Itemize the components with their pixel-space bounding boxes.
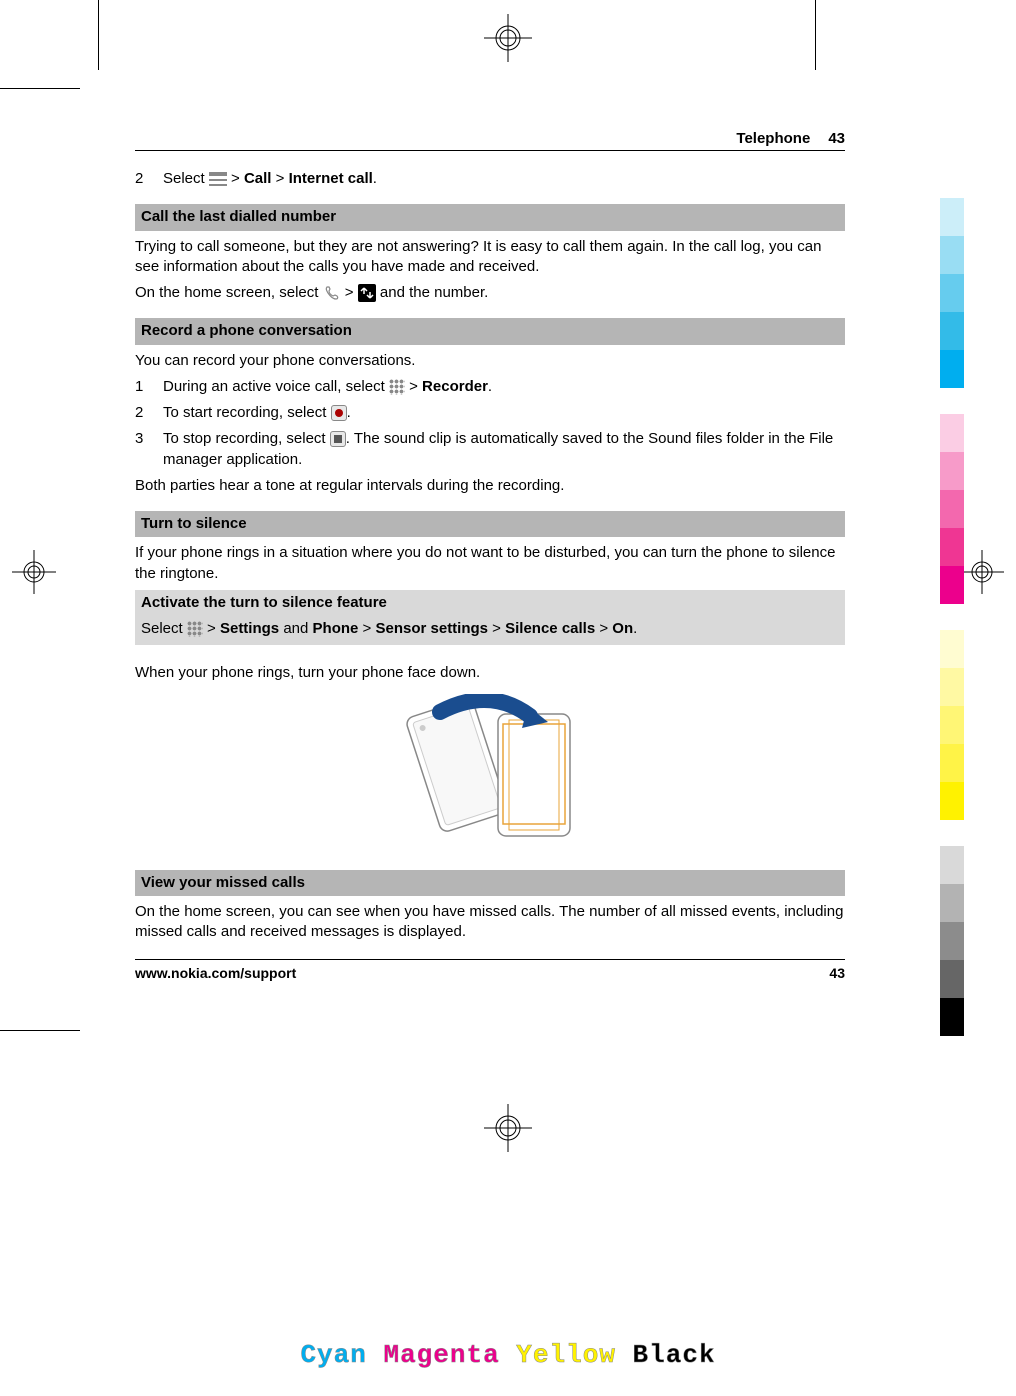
section-heading: View your missed calls (135, 870, 845, 896)
color-bar (940, 312, 964, 350)
paragraph: If your phone rings in a situation where… (135, 543, 845, 584)
page-number: 43 (828, 130, 845, 147)
color-bar (940, 744, 964, 782)
section-heading: Turn to silence (135, 511, 845, 537)
color-bar (940, 998, 964, 1036)
color-bar (940, 566, 964, 604)
crop-mark (0, 88, 80, 89)
list-item: 3 To stop recording, select . The sound … (135, 429, 845, 470)
redial-icon (358, 284, 376, 302)
menu-icon (389, 379, 405, 395)
cyan-label: Cyan (300, 1340, 366, 1370)
list-item: 2 Select > Call > Internet call. (135, 169, 845, 189)
page-footer: www.nokia.com/support 43 (135, 959, 845, 983)
color-bar (940, 490, 964, 528)
registration-mark-bottom (480, 1100, 536, 1156)
paragraph: Trying to call someone, but they are not… (135, 237, 845, 278)
footer-page: 43 (829, 964, 845, 983)
sub-body: Select > Settings and Phone > Sensor set… (135, 616, 845, 645)
color-bar (940, 274, 964, 312)
record-icon (331, 405, 347, 421)
step-text: Select > Call > Internet call. (163, 169, 845, 189)
page-header: Telephone 43 (135, 130, 845, 151)
color-bar (940, 236, 964, 274)
sub-heading: Activate the turn to silence feature (135, 590, 845, 616)
footer-url: www.nokia.com/support (135, 964, 296, 983)
color-bar (940, 198, 964, 236)
paragraph: On the home screen, you can see when you… (135, 902, 845, 943)
paragraph: You can record your phone conversations. (135, 351, 845, 371)
step-number: 2 (135, 169, 163, 189)
color-bar (940, 922, 964, 960)
crop-mark (98, 0, 99, 70)
yellow-label: Yellow (516, 1340, 616, 1370)
page-content: Telephone 43 2 Select > Call > Internet … (135, 130, 845, 982)
color-bar (940, 706, 964, 744)
turn-phone-illustration (135, 694, 845, 850)
call-icon (323, 284, 341, 302)
section-heading: Call the last dialled number (135, 204, 845, 230)
color-bar (940, 846, 964, 884)
registration-mark-right (958, 548, 1006, 596)
paragraph: Both parties hear a tone at regular inte… (135, 476, 845, 496)
menu-icon (187, 621, 203, 637)
color-bar (940, 350, 964, 388)
list-item: 2 To start recording, select . (135, 403, 845, 423)
color-bar (940, 884, 964, 922)
color-bar (940, 528, 964, 566)
list-item: 1 During an active voice call, select > … (135, 377, 845, 397)
color-bar (940, 414, 964, 452)
magenta-label: Magenta (383, 1340, 499, 1370)
color-bar (940, 782, 964, 820)
color-labels: Cyan Magenta Yellow Black (300, 1340, 715, 1370)
color-bar (940, 668, 964, 706)
black-label: Black (633, 1340, 716, 1370)
color-bar (940, 452, 964, 490)
color-calibration-bars (940, 198, 964, 1036)
paragraph: When your phone rings, turn your phone f… (135, 663, 845, 683)
section-title: Telephone (736, 130, 810, 147)
color-bar (940, 960, 964, 998)
color-bar (940, 630, 964, 668)
stop-icon (330, 431, 346, 447)
crop-mark (0, 1030, 80, 1031)
registration-mark-left (10, 548, 58, 596)
crop-mark (815, 0, 816, 70)
registration-mark-top (480, 10, 536, 66)
section-heading: Record a phone conversation (135, 318, 845, 344)
paragraph: On the home screen, select > and the num… (135, 283, 845, 303)
options-icon (209, 172, 227, 186)
